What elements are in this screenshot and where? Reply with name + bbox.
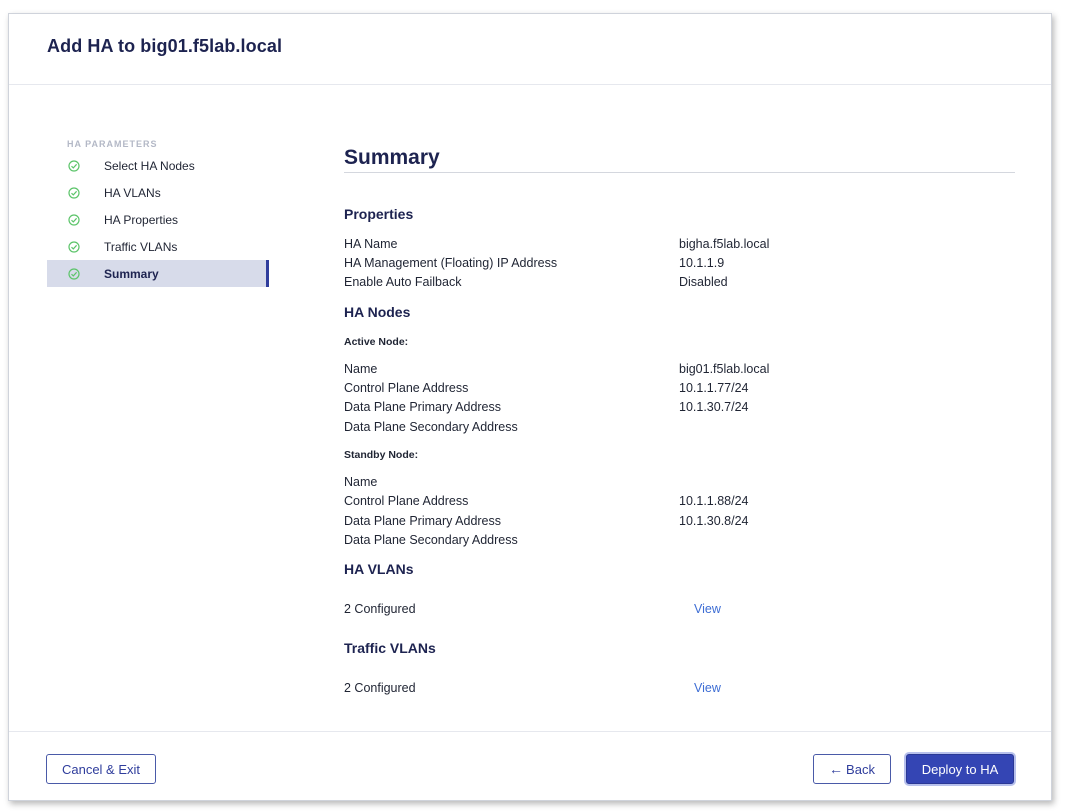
check-circle-icon [67,267,81,281]
property-row: HA Name bigha.f5lab.local [344,235,1015,254]
properties-heading: Properties [344,206,414,222]
step-label: Traffic VLANs [104,239,178,254]
deploy-to-ha-button[interactable]: Deploy to HA [906,754,1014,784]
property-label: HA Management (Floating) IP Address [344,256,558,270]
check-circle-icon [67,159,81,173]
sidebar-heading: HA PARAMETERS [67,139,158,149]
standby-node-row: Control Plane Address 10.1.1.88/24 [344,492,1015,511]
step-label: Summary [104,266,159,281]
traffic-vlans-row: 2 Configured View [344,679,1015,698]
node-label: Name [344,362,378,376]
node-value: 10.1.1.77/24 [679,381,749,395]
property-row: HA Management (Floating) IP Address 10.1… [344,254,1015,273]
property-value: Disabled [679,275,728,289]
node-label: Data Plane Primary Address [344,400,502,414]
summary-panel: Summary Properties HA Name bigha.f5lab.l… [344,146,1015,695]
step-ha-properties[interactable]: HA Properties [47,206,269,233]
standby-node-row: Data Plane Secondary Address [344,531,1015,550]
node-label: Control Plane Address [344,381,469,395]
active-node-row: Control Plane Address 10.1.1.77/24 [344,379,1015,398]
check-circle-icon [67,186,81,200]
ha-vlans-view-link[interactable]: View [694,600,721,619]
steps-sidebar: HA PARAMETERS Select HA Nodes HA VLANs H… [47,136,269,287]
property-label: HA Name [344,237,398,251]
node-label: Control Plane Address [344,494,469,508]
ha-vlans-count: 2 Configured [344,602,416,616]
node-label: Name [344,475,378,489]
back-label: Back [846,761,875,777]
step-label: HA Properties [104,212,179,227]
active-node-row: Data Plane Secondary Address [344,418,1015,437]
step-traffic-vlans[interactable]: Traffic VLANs [47,233,269,260]
standby-node-row: Data Plane Primary Address 10.1.30.8/24 [344,512,1015,531]
dialog-footer: Cancel & Exit ← Back Deploy to HA [9,731,1051,800]
step-label: Select HA Nodes [104,158,195,173]
property-value: bigha.f5lab.local [679,237,770,251]
node-label: Data Plane Secondary Address [344,533,518,547]
property-row: Enable Auto Failback Disabled [344,273,1015,292]
property-label: Enable Auto Failback [344,275,462,289]
node-label: Data Plane Primary Address [344,514,502,528]
standby-node-row: Name [344,473,1015,492]
dialog-header: Add HA to big01.f5lab.local [9,14,1051,85]
active-node-row: Data Plane Primary Address 10.1.30.7/24 [344,398,1015,417]
node-value: 10.1.30.8/24 [679,514,749,528]
step-label: HA VLANs [104,185,161,200]
standby-node-heading: Standby Node: [344,449,419,461]
step-summary[interactable]: Summary [47,260,269,287]
back-button[interactable]: ← Back [813,754,891,784]
traffic-vlans-count: 2 Configured [344,681,416,695]
property-value: 10.1.1.9 [679,256,725,270]
traffic-vlans-view-link[interactable]: View [694,679,721,698]
active-node-heading: Active Node: [344,336,409,348]
arrow-left-icon: ← [829,761,844,777]
cancel-exit-button[interactable]: Cancel & Exit [46,754,156,784]
ha-nodes-heading: HA Nodes [344,304,411,320]
traffic-vlans-heading: Traffic VLANs [344,640,436,656]
check-circle-icon [67,213,81,227]
node-value: big01.f5lab.local [679,362,770,376]
dialog-title: Add HA to big01.f5lab.local [47,36,283,56]
ha-vlans-row: 2 Configured View [344,600,1015,619]
step-select-ha-nodes[interactable]: Select HA Nodes [47,152,269,179]
check-circle-icon [67,240,81,254]
active-node-row: Name big01.f5lab.local [344,360,1015,379]
page-title: Summary [344,146,1015,173]
node-value: 10.1.30.7/24 [679,400,749,414]
ha-vlans-heading: HA VLANs [344,561,414,577]
step-ha-vlans[interactable]: HA VLANs [47,179,269,206]
add-ha-dialog: Add HA to big01.f5lab.local HA PARAMETER… [8,13,1052,801]
node-label: Data Plane Secondary Address [344,420,518,434]
node-value: 10.1.1.88/24 [679,494,749,508]
